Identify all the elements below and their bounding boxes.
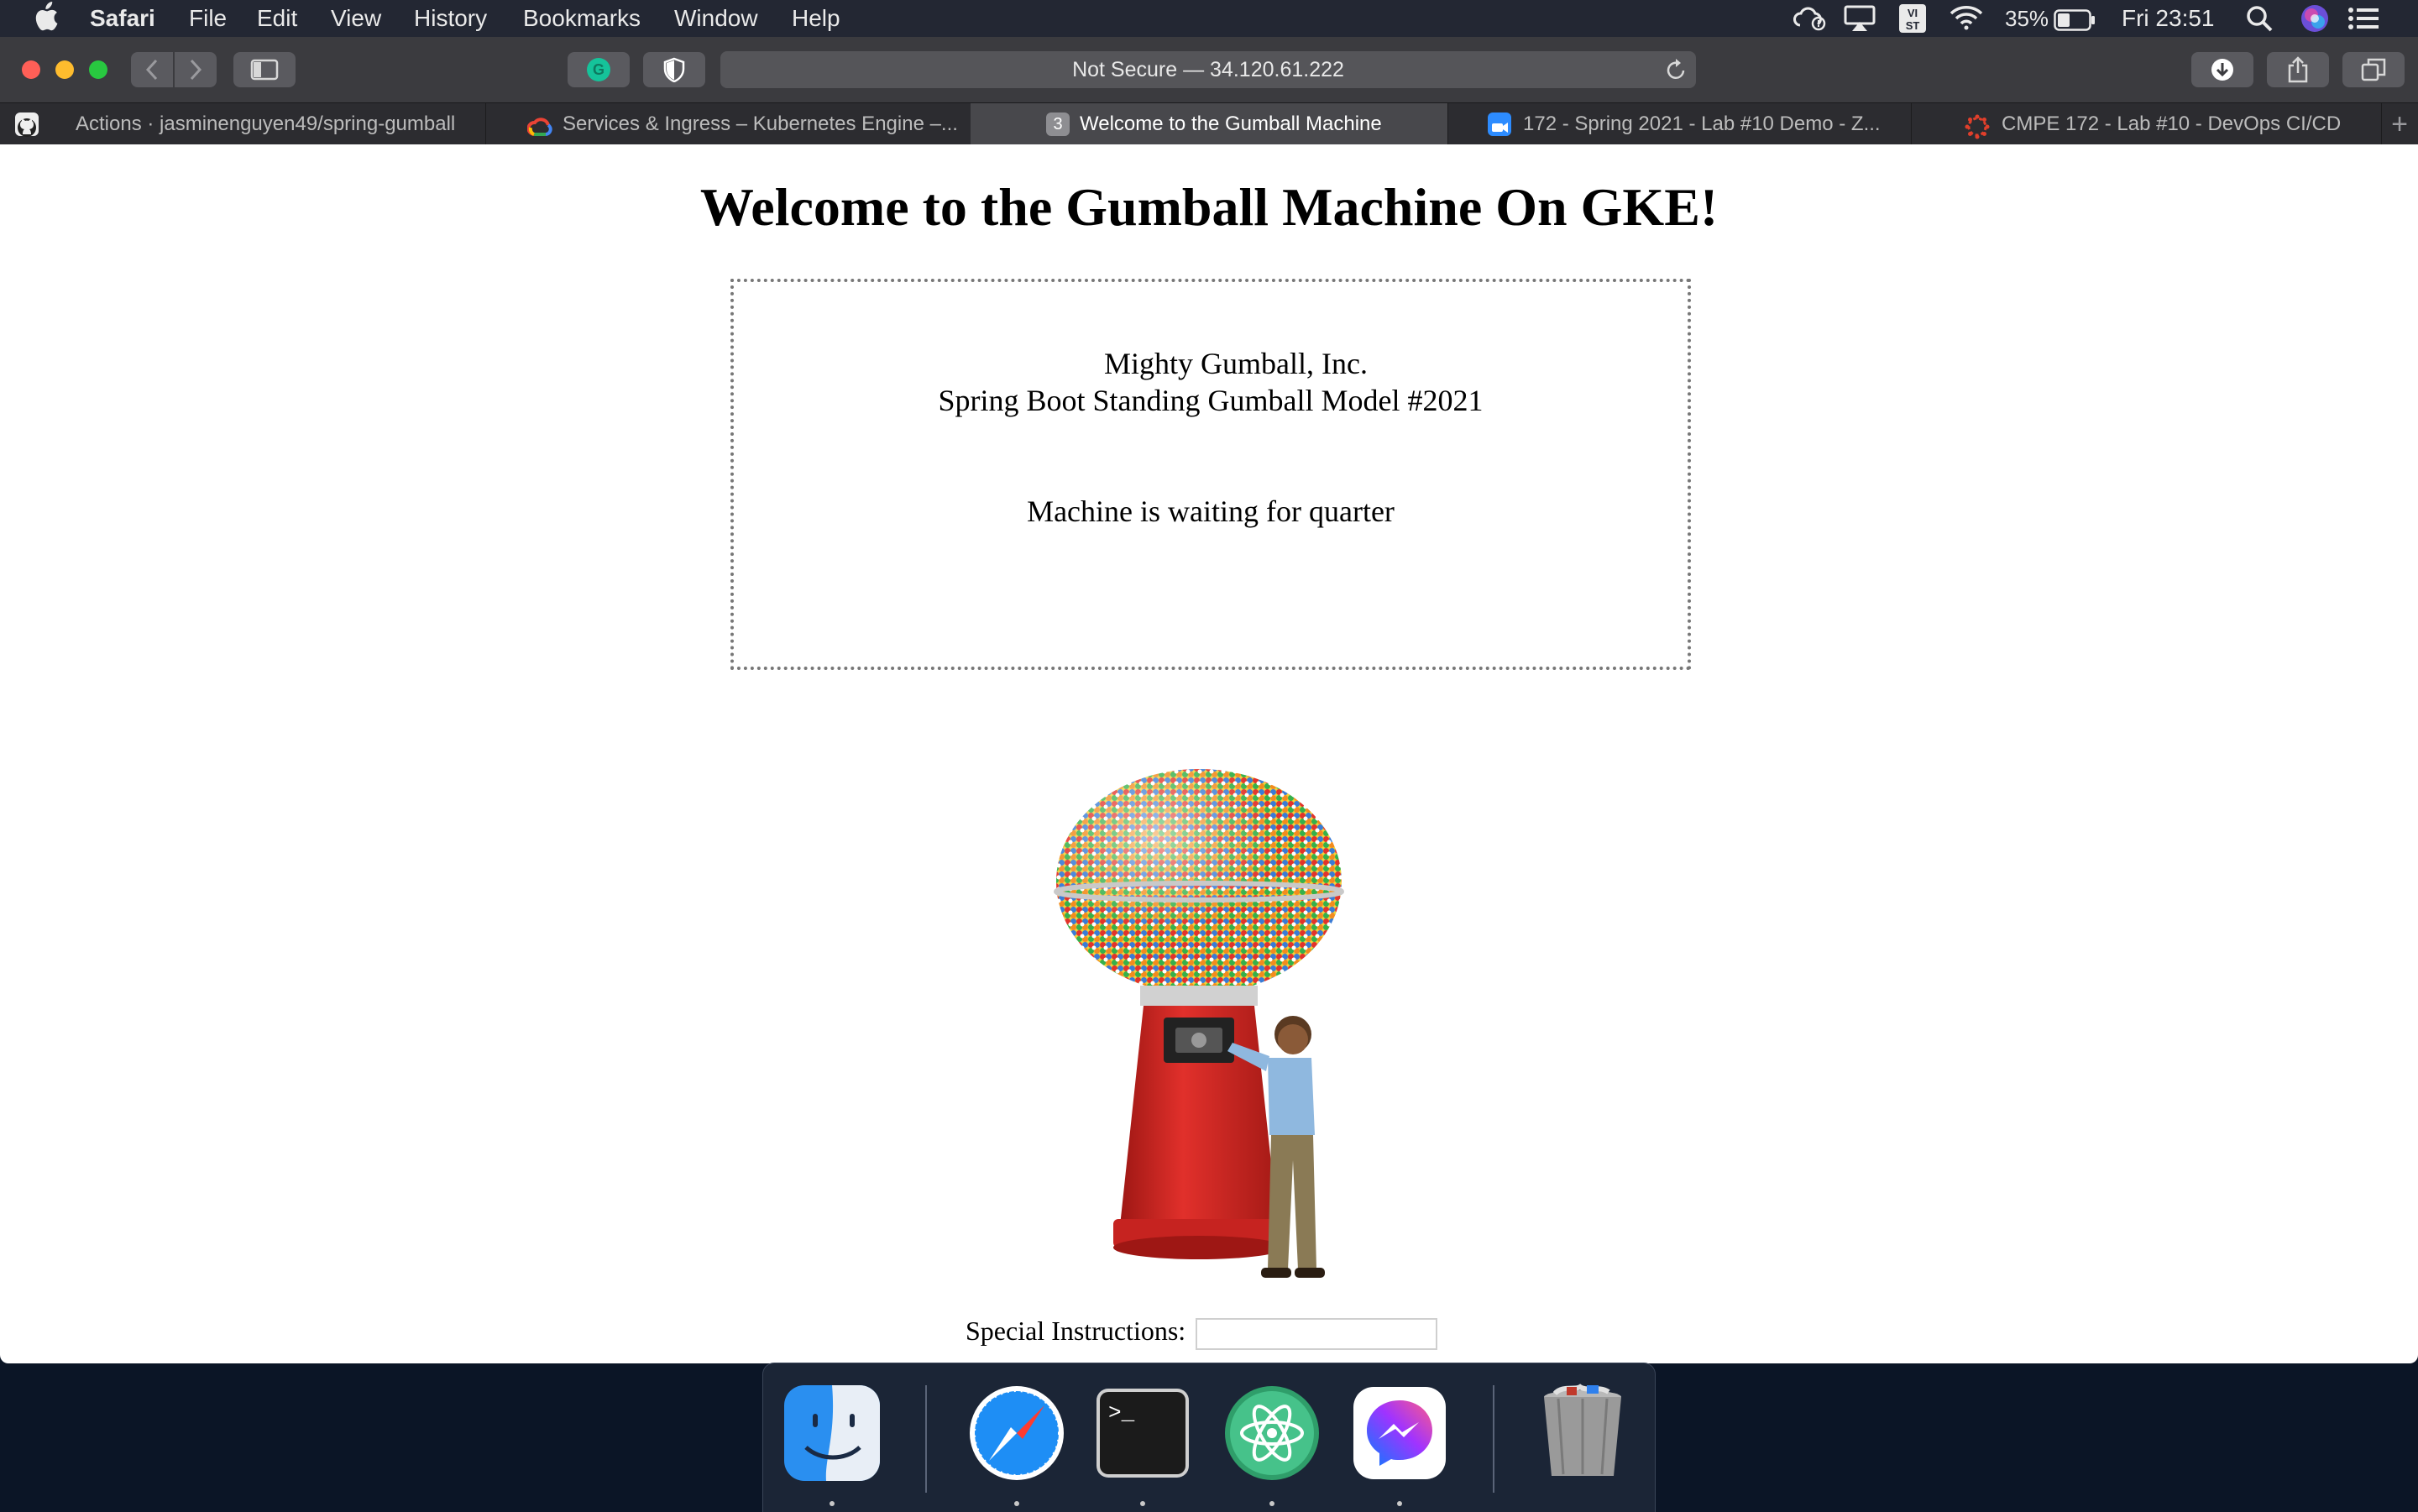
menu-file[interactable]: File [189,3,227,34]
messenger-running-dot [1397,1501,1402,1506]
trash-icon[interactable] [1533,1384,1632,1483]
grammarly-extension-button[interactable]: G [568,52,630,87]
web-page: Welcome to the Gumball Machine On GKE! M… [0,144,2418,1363]
minimize-window-button[interactable] [55,60,74,79]
terminal-running-dot [1140,1501,1145,1506]
apple-logo-icon[interactable] [34,2,59,39]
battery-icon[interactable] [2054,8,2096,39]
menu-edit[interactable]: Edit [257,3,297,34]
sidebar-icon [250,59,279,81]
tab-canvas-lab[interactable]: CMPE 172 - Lab #10 - DevOps CI/CD [1911,103,2382,145]
reload-icon[interactable] [1664,57,1688,86]
svg-text:VI: VI [1908,7,1918,19]
menu-bar: Safari File Edit View History Bookmarks … [0,0,2418,37]
terminal-icon[interactable]: >_ [1093,1384,1192,1483]
gumball-status-box: Mighty Gumball, Inc. Spring Boot Standin… [730,279,1691,670]
github-icon [15,112,39,137]
dock-separator [1493,1385,1494,1493]
terminal-prompt: >_ [1108,1400,1135,1426]
airplay-icon[interactable] [1844,5,1876,39]
menu-history[interactable]: History [414,3,487,34]
control-center-icon[interactable] [2347,7,2379,38]
search-icon[interactable] [2246,5,2273,39]
machine-status: Machine is waiting for quarter [1027,494,1395,528]
tab-overview-button[interactable] [2342,52,2405,87]
input-vi-icon[interactable]: VI ST [1899,4,1926,40]
tab-label: Welcome to the Gumball Machine [1080,112,1382,135]
menu-help[interactable]: Help [792,3,840,34]
special-instructions-label: Special Instructions: [966,1316,1186,1346]
safari-running-dot [1014,1501,1019,1506]
zoom-window-button[interactable] [89,60,107,79]
chevron-left-icon [145,59,158,81]
google-cloud-icon [526,112,552,136]
privacy-report-button[interactable] [643,52,705,87]
model-name: Spring Boot Standing Gumball Model #2021 [938,384,1484,417]
wifi-icon[interactable] [1950,5,1983,38]
dock-separator [925,1385,927,1493]
tab-zoom-meeting[interactable]: 172 - Spring 2021 - Lab #10 Demo - Z... [1447,103,1912,145]
tab-github-actions[interactable]: Actions · jasminenguyen49/spring-gumball [0,103,486,145]
url-text: Not Secure — 34.120.61.222 [1072,58,1344,81]
tab-bar: Actions · jasminenguyen49/spring-gumball… [0,102,2418,145]
tab-label: Services & Ingress – Kubernetes Engine –… [563,112,958,135]
zoom-icon [1488,112,1511,136]
dock [762,1363,1656,1512]
downloads-button[interactable] [2191,52,2253,87]
share-icon [2288,56,2308,83]
tab-number-icon: 3 [1046,112,1070,136]
share-button[interactable] [2267,52,2329,87]
battery-percent: 35% [2005,6,2049,31]
tab-label: Actions · jasminenguyen49/spring-gumball [76,112,456,135]
close-window-button[interactable] [22,60,40,79]
address-bar[interactable]: Not Secure — 34.120.61.222 [720,51,1696,88]
plus-icon: + [2391,108,2408,140]
chevron-right-icon [190,59,202,81]
finder-running-dot [830,1501,835,1506]
canvas-icon [1965,112,1990,139]
tab-gumball-machine[interactable]: 3 Welcome to the Gumball Machine [971,103,1448,145]
svg-text:G: G [593,61,604,78]
messenger-icon[interactable] [1350,1384,1449,1483]
gumball-machine-image [1054,769,1344,1278]
app-name-menu[interactable]: Safari [90,3,155,34]
tab-kubernetes-engine[interactable]: Services & Ingress – Kubernetes Engine –… [485,103,971,145]
back-button[interactable] [131,52,173,87]
atom-running-dot [1269,1501,1274,1506]
tab-label: CMPE 172 - Lab #10 - DevOps CI/CD [2002,112,2342,135]
menu-view[interactable]: View [331,3,381,34]
download-icon [2211,59,2233,81]
new-tab-button[interactable]: + [2381,103,2418,145]
company-name: Mighty Gumball, Inc. [1104,347,1368,380]
svg-text:ST: ST [1906,19,1920,32]
page-heading: Welcome to the Gumball Machine On GKE! [699,177,1719,237]
clock[interactable]: Fri 23:51 [2122,3,2215,34]
safari-icon[interactable] [967,1384,1066,1483]
shield-icon [663,57,685,83]
tab-label: 172 - Spring 2021 - Lab #10 Demo - Z... [1523,112,1881,135]
atom-icon[interactable] [1222,1384,1322,1483]
special-instructions-input[interactable] [1196,1318,1437,1350]
grammarly-icon: G [587,58,610,81]
menu-window[interactable]: Window [674,3,758,34]
menu-bookmarks[interactable]: Bookmarks [523,3,641,34]
sidebar-toggle-button[interactable] [233,52,296,87]
tabs-icon [2361,58,2386,81]
creative-cloud-icon[interactable] [1792,5,1827,39]
forward-button[interactable] [175,52,217,87]
siri-icon[interactable] [2300,4,2329,40]
finder-icon[interactable] [782,1384,882,1483]
